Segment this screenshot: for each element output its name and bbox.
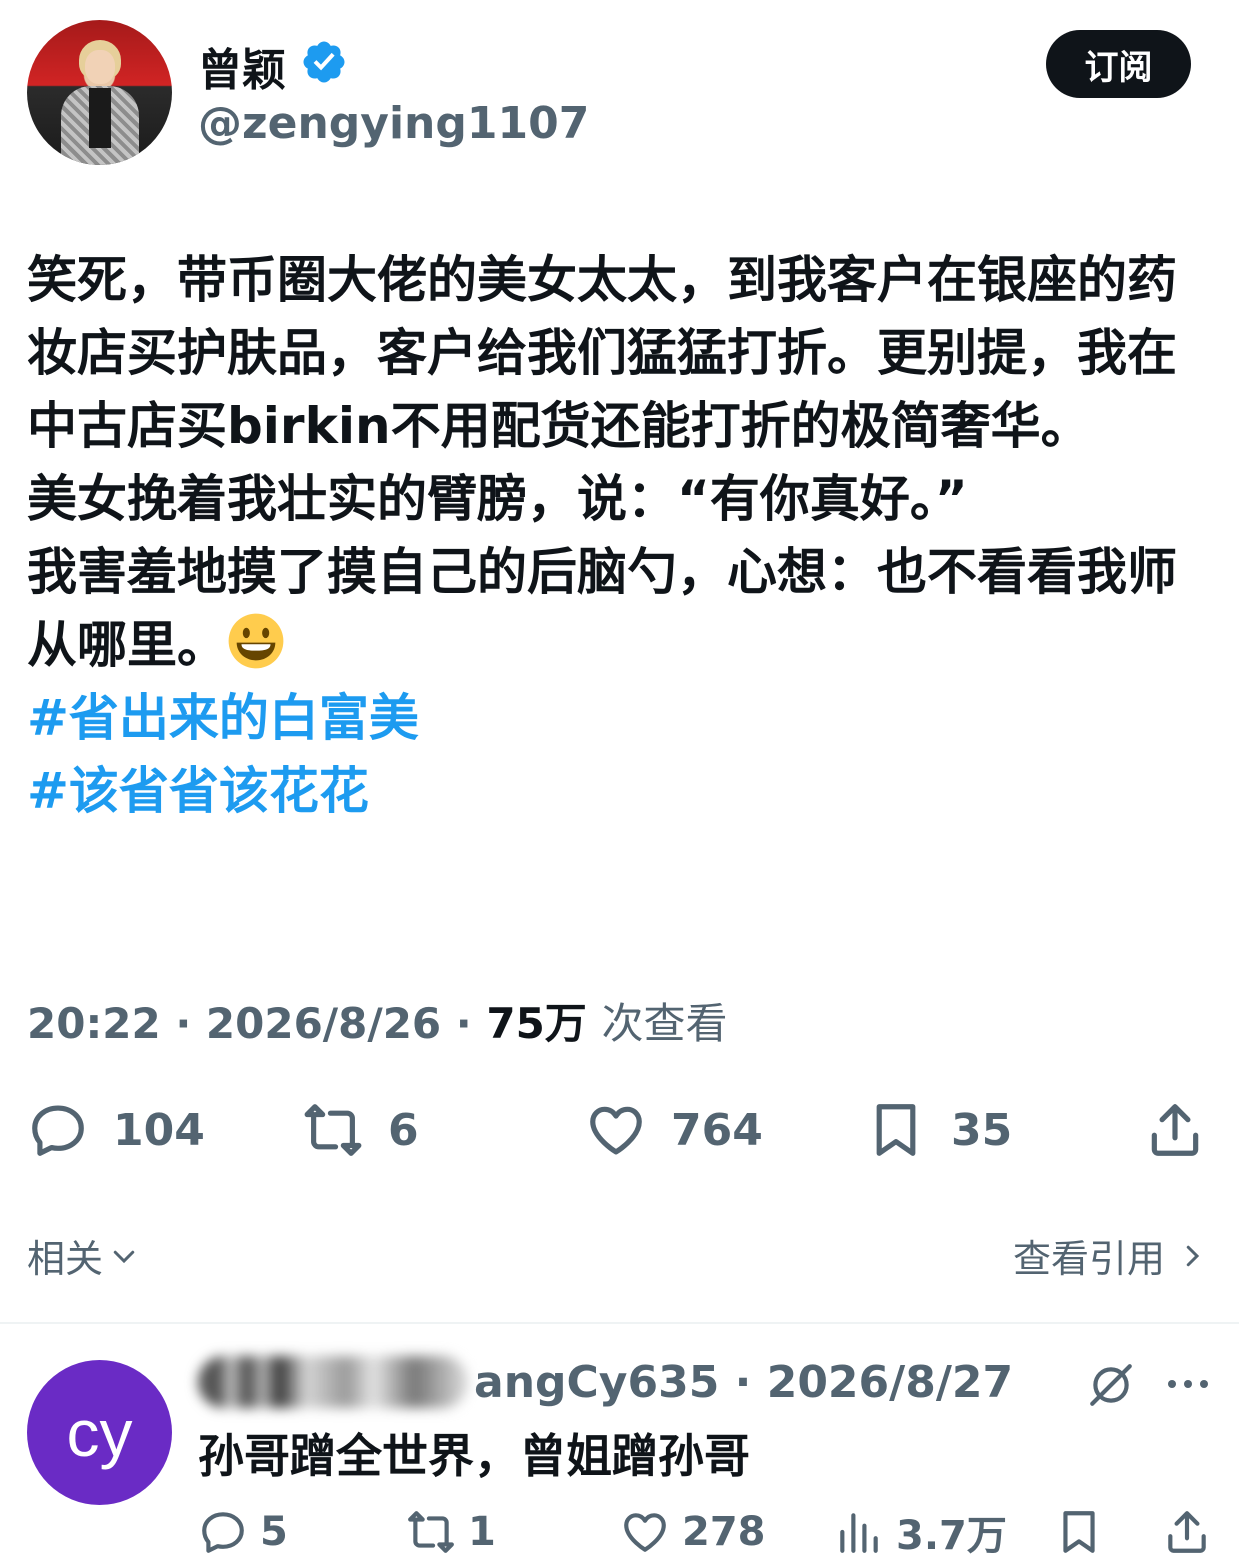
reply-count: 104 (113, 1104, 205, 1156)
reply-share-button[interactable] (1162, 1504, 1224, 1559)
share-button[interactable] (1144, 1090, 1230, 1170)
bookmark-icon (1063, 1511, 1095, 1553)
tweet-meta: 20:22 · 2026/8/26 · 75万 次查看 (27, 999, 728, 1048)
bookmark-button[interactable]: 35 (865, 1090, 1012, 1170)
blurred-username (198, 1356, 468, 1408)
tweet-time[interactable]: 20:22 (27, 999, 161, 1048)
avatar-face (85, 50, 115, 84)
tweet-views-label: 次查看 (601, 999, 728, 1048)
reply-icon (202, 1512, 244, 1553)
avatar-inner (89, 88, 111, 148)
reply-handle[interactable]: angCy635 (474, 1357, 719, 1408)
verified-badge-icon (303, 41, 345, 83)
more-icon[interactable] (1164, 1366, 1212, 1402)
share-icon (1168, 1511, 1206, 1553)
reply-views-button[interactable]: 3.7万 (834, 1504, 1007, 1559)
reply-header: angCy635 · 2026/8/27 (198, 1356, 1013, 1408)
reply-views-count: 3.7万 (896, 1513, 1007, 1559)
grok-icon[interactable] (1086, 1360, 1136, 1410)
tweet-date[interactable]: 2026/8/26 (206, 999, 441, 1048)
repost-icon (408, 1511, 454, 1553)
repost-count: 6 (388, 1104, 419, 1156)
view-quotes-label: 查看引用 (1012, 1237, 1165, 1281)
tweet-text: 笑死，带币圈大佬的美女太太，到我客户在银座的药妆店买护肤品，客户给我们猛猛打折。… (27, 251, 1177, 674)
repost-button[interactable]: 6 (302, 1090, 419, 1170)
heart-icon (624, 1513, 666, 1552)
chevron-down-icon (113, 1250, 135, 1263)
tweet-body: 笑死，带币圈大佬的美女太太，到我客户在银座的药妆店买护肤品，客户给我们猛猛打折。… (27, 244, 1217, 828)
reply-avatar[interactable]: cy (27, 1360, 172, 1505)
chevron-right-icon (1186, 1245, 1200, 1266)
reply-like-count: 278 (682, 1509, 766, 1555)
reply-icon (32, 1105, 84, 1156)
tweet-views: 75万 (486, 999, 587, 1048)
subscribe-button[interactable]: 订阅 (1046, 30, 1191, 98)
share-icon (1151, 1104, 1199, 1156)
view-quotes-link[interactable]: 查看引用 (1013, 1228, 1207, 1283)
reply-actions: 5 1 278 3.7万 (0, 1504, 1239, 1559)
bookmark-icon (876, 1104, 916, 1156)
analytics-icon (840, 1513, 878, 1553)
reply-repost-count: 1 (468, 1509, 496, 1555)
bookmark-count: 35 (951, 1104, 1013, 1156)
hashtag-link[interactable]: #该省省该花花 (27, 755, 1217, 828)
author-avatar[interactable] (27, 20, 172, 165)
related-toggle[interactable]: 相关 (27, 1228, 139, 1283)
tweet-actions: 104 6 764 35 (0, 1090, 1239, 1170)
like-button[interactable]: 764 (585, 1090, 763, 1170)
reply-avatar-text: cy (66, 1395, 133, 1470)
repost-icon (304, 1104, 362, 1156)
section-divider (0, 1322, 1239, 1324)
author-handle[interactable]: @zengying1107 (198, 98, 589, 149)
reply-reply-count: 5 (260, 1509, 288, 1555)
reply-date[interactable]: 2026/8/27 (767, 1357, 1013, 1408)
heart-icon (590, 1106, 642, 1155)
hashtag-link[interactable]: #省出来的白富美 (27, 682, 1217, 755)
reply-reply-button[interactable]: 5 (198, 1504, 288, 1559)
author-name[interactable]: 曾颖 (198, 34, 286, 98)
related-label: 相关 (27, 1237, 104, 1281)
reply-bookmark-button[interactable] (1054, 1504, 1116, 1559)
reply-text: 孙哥蹭全世界，曾姐蹭孙哥 (198, 1429, 750, 1483)
reply-repost-button[interactable]: 1 (406, 1504, 496, 1559)
reply-like-button[interactable]: 278 (620, 1504, 766, 1559)
like-count: 764 (671, 1104, 763, 1156)
grinning-face-emoji-icon (228, 613, 284, 669)
reply-button[interactable]: 104 (27, 1090, 205, 1170)
